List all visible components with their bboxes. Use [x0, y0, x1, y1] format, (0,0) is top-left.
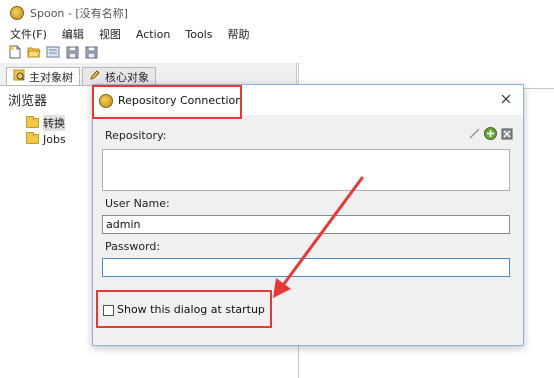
- menu-bar: 文件(F) 编辑 视图 Action Tools 帮助: [0, 26, 554, 42]
- annotation-title-highlight: [92, 85, 242, 119]
- tree-item-transformations[interactable]: 转换: [26, 115, 65, 131]
- explore-icon[interactable]: [46, 45, 60, 59]
- add-icon[interactable]: [484, 127, 497, 140]
- save-as-icon[interactable]: [84, 45, 98, 59]
- save-icon[interactable]: [65, 45, 79, 59]
- tab-label: 核心对象: [105, 70, 149, 84]
- tree-item-label: Jobs: [43, 132, 66, 146]
- menu-file[interactable]: 文件(F): [0, 26, 53, 42]
- close-icon[interactable]: [497, 90, 515, 108]
- folder-icon: [26, 132, 39, 144]
- delete-icon[interactable]: [500, 127, 513, 140]
- window-title: Spoon - [没有名称]: [30, 7, 128, 20]
- tab-main-object-tree[interactable]: 主对象树: [6, 67, 80, 85]
- open-folder-icon[interactable]: [27, 45, 41, 59]
- password-label: Password:: [105, 240, 161, 253]
- tree-item-jobs[interactable]: Jobs: [26, 132, 66, 146]
- pencil-icon: [89, 69, 101, 84]
- folder-icon: [26, 116, 39, 128]
- repository-label: Repository:: [105, 129, 167, 142]
- edit-pencil-icon[interactable]: [468, 127, 481, 140]
- menu-view[interactable]: 视图: [90, 26, 127, 42]
- repository-list[interactable]: [102, 149, 510, 191]
- menu-help[interactable]: 帮助: [218, 26, 255, 42]
- browser-title: 浏览器: [8, 94, 48, 109]
- toolbar: [0, 42, 554, 62]
- username-label: User Name:: [105, 197, 170, 210]
- tab-core-objects[interactable]: 核心对象: [82, 67, 156, 85]
- window-titlebar: Spoon - [没有名称]: [0, 0, 554, 26]
- username-input[interactable]: admin: [102, 215, 510, 234]
- spoon-window: Spoon - [没有名称] 文件(F) 编辑 视图 Action Tools …: [0, 0, 554, 378]
- new-file-icon[interactable]: [8, 45, 22, 59]
- menu-edit[interactable]: 编辑: [53, 26, 90, 42]
- menu-action[interactable]: Action: [127, 28, 176, 41]
- tab-label: 主对象树: [29, 70, 73, 84]
- spoon-app-icon: [10, 6, 24, 20]
- annotation-checkbox-highlight: [96, 290, 272, 328]
- menu-tools[interactable]: Tools: [176, 28, 218, 41]
- tree-icon: [13, 69, 25, 84]
- password-input[interactable]: [102, 258, 510, 277]
- repository-tools: [465, 127, 513, 140]
- tree-item-label: 转换: [43, 115, 65, 131]
